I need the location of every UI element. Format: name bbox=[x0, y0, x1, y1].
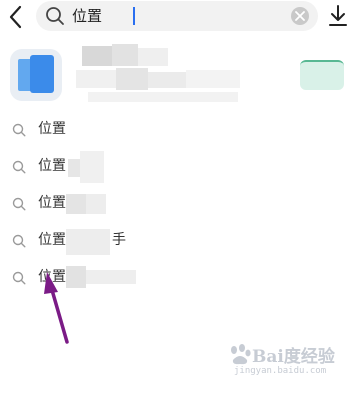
search-icon bbox=[46, 7, 64, 25]
search-query-text: 位置 bbox=[72, 7, 103, 25]
search-icon bbox=[12, 271, 26, 285]
search-icon bbox=[12, 234, 26, 248]
suggestion-redacted bbox=[80, 151, 104, 183]
watermark-title: Bai度经验 bbox=[252, 347, 335, 367]
text-cursor bbox=[133, 7, 135, 25]
paw-icon bbox=[231, 344, 251, 365]
watermark: Bai度经验 jingyan.baidu.com bbox=[228, 342, 348, 386]
top-bar: 位置 bbox=[0, 0, 350, 36]
list-item[interactable]: 位置 bbox=[0, 186, 350, 223]
suggestion-text: 位置 bbox=[38, 195, 66, 211]
back-button[interactable] bbox=[6, 4, 26, 30]
clear-search-button[interactable] bbox=[291, 7, 309, 25]
search-icon bbox=[12, 197, 26, 211]
chevron-left-icon bbox=[9, 5, 22, 29]
suggestion-redacted bbox=[66, 229, 110, 255]
download-icon bbox=[329, 5, 347, 26]
app-info-redacted bbox=[186, 70, 240, 88]
close-icon bbox=[295, 11, 305, 21]
app-info-redacted bbox=[116, 68, 148, 90]
suggestion-redacted bbox=[66, 194, 86, 214]
watermark-url: jingyan.baidu.com bbox=[234, 366, 327, 376]
suggestion-redacted bbox=[86, 194, 106, 214]
app-info-redacted bbox=[148, 72, 186, 88]
suggestion-text: 位置 bbox=[38, 158, 66, 174]
suggestion-redacted bbox=[86, 270, 136, 284]
list-item[interactable]: 位置 手 bbox=[0, 223, 350, 260]
list-item[interactable]: 位置 bbox=[0, 149, 350, 186]
suggestion-text: 位置 bbox=[38, 269, 66, 285]
app-name-redacted bbox=[82, 46, 112, 66]
suggestion-redacted bbox=[66, 266, 86, 288]
search-input[interactable]: 位置 bbox=[36, 1, 318, 31]
suggestion-suffix-text: 手 bbox=[112, 232, 126, 248]
search-icon bbox=[12, 123, 26, 137]
list-item[interactable]: 位置 bbox=[0, 260, 350, 297]
app-icon[interactable] bbox=[10, 49, 62, 101]
app-info-redacted bbox=[76, 70, 116, 88]
app-icon-shape bbox=[30, 55, 54, 93]
app-info-redacted bbox=[88, 92, 238, 102]
list-item[interactable]: 位置 bbox=[0, 112, 350, 149]
app-name-redacted bbox=[138, 48, 168, 66]
download-button[interactable] bbox=[328, 4, 348, 28]
app-result-card[interactable] bbox=[0, 40, 350, 110]
suggestion-text: 位置 bbox=[38, 232, 66, 248]
open-app-button[interactable] bbox=[300, 60, 344, 90]
suggestion-redacted bbox=[68, 159, 80, 177]
app-name-redacted bbox=[112, 44, 138, 66]
suggestion-list: 位置 位置 位置 位置 手 位置 bbox=[0, 112, 350, 297]
search-icon bbox=[12, 160, 26, 174]
suggestion-text: 位置 bbox=[38, 121, 66, 137]
